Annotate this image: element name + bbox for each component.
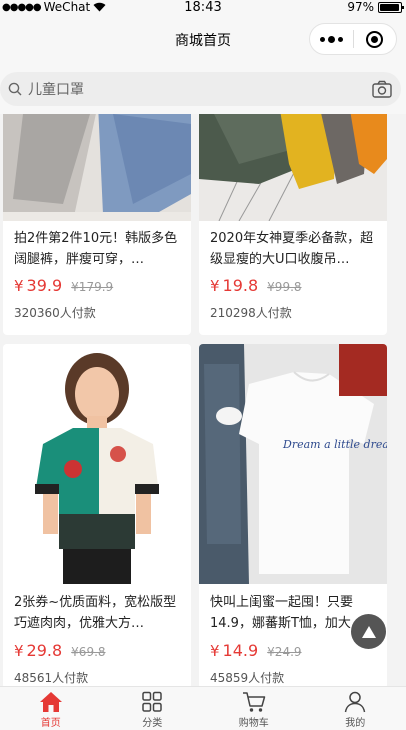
price-row: ¥ 39.9 ¥179.9 xyxy=(14,276,113,295)
product-title: 2020年女神夏季必备款，超级显瘦的大U口收腹吊… xyxy=(210,231,374,267)
product-image[interactable]: Dream a little dream xyxy=(199,344,387,584)
nav-bar: 商城首页 xyxy=(0,14,406,64)
original-price: ¥179.9 xyxy=(71,280,114,294)
close-button[interactable] xyxy=(353,24,396,54)
more-dot-icon xyxy=(337,36,343,42)
camera-icon[interactable] xyxy=(371,78,393,100)
product-price: 29.8 xyxy=(26,641,63,660)
tab-label: 首页 xyxy=(40,718,61,729)
product-image[interactable] xyxy=(199,114,387,221)
price-row: ¥ 14.9 ¥24.9 xyxy=(210,641,302,660)
home-icon xyxy=(39,692,62,712)
product-price: 39.9 xyxy=(26,276,63,295)
original-price: ¥99.8 xyxy=(267,280,302,294)
search-input[interactable]: 儿童口罩 xyxy=(0,72,401,106)
more-dot-icon xyxy=(327,35,335,43)
tshirt-print-text: Dream a little dream xyxy=(282,438,387,451)
product-image[interactable] xyxy=(3,114,191,221)
arrow-up-icon xyxy=(361,625,376,638)
search-placeholder: 儿童口罩 xyxy=(28,82,84,98)
tab-label: 购物车 xyxy=(238,718,269,729)
battery-icon xyxy=(378,1,404,13)
tab-cart[interactable]: 购物车 xyxy=(203,687,305,730)
more-button[interactable] xyxy=(310,24,353,54)
product-title: 快叫上闺蜜一起囤！只要14.9，娜蕃斯T恤，加大… xyxy=(210,595,364,631)
tab-category[interactable]: 分类 xyxy=(102,687,204,730)
sales-count: 45859人付款 xyxy=(210,671,285,685)
grid-icon xyxy=(142,691,162,712)
tab-label: 分类 xyxy=(142,718,163,729)
user-icon xyxy=(345,691,366,713)
battery-percent: 97% xyxy=(347,0,374,14)
product-image[interactable] xyxy=(3,344,191,584)
price-row: ¥ 19.8 ¥99.8 xyxy=(210,276,302,295)
currency-symbol: ¥ xyxy=(210,642,220,660)
status-right: 97% xyxy=(347,0,404,14)
close-icon xyxy=(366,30,384,48)
currency-symbol: ¥ xyxy=(14,642,24,660)
currency-symbol: ¥ xyxy=(14,277,24,295)
original-price: ¥69.8 xyxy=(71,645,106,659)
battery-level xyxy=(380,3,400,11)
mini-program-capsule xyxy=(309,23,397,55)
more-dot-icon xyxy=(319,36,325,42)
product-card[interactable]: 拍2件第2件10元！韩版多色阔腿裤，胖瘦可穿，… ¥ 39.9 ¥179.9 3… xyxy=(3,114,191,335)
product-price: 19.8 xyxy=(222,276,259,295)
cart-icon xyxy=(242,692,265,712)
sales-count: 320360人付款 xyxy=(14,306,96,320)
product-card[interactable]: 2020年女神夏季必备款，超级显瘦的大U口收腹吊… ¥ 19.8 ¥99.8 2… xyxy=(199,114,387,335)
back-to-top-button[interactable] xyxy=(351,614,386,649)
product-title: 拍2件第2件10元！韩版多色阔腿裤，胖瘦可穿，… xyxy=(14,231,178,267)
status-bar: ●●●●● WeChat 18:43 97% xyxy=(0,0,406,15)
product-title: 2张券~优质面料，宽松版型巧遮肉肉，优雅大方… xyxy=(14,595,177,631)
tab-label: 我的 xyxy=(345,718,366,729)
product-price: 14.9 xyxy=(222,641,259,660)
sales-count: 210298人付款 xyxy=(210,306,292,320)
tab-home[interactable]: 首页 xyxy=(0,687,102,730)
tab-bar: 首页 分类 购物车 我的 xyxy=(0,686,406,730)
status-time: 18:43 xyxy=(184,0,222,15)
product-card[interactable]: 2张券~优质面料，宽松版型巧遮肉肉，优雅大方… ¥ 29.8 ¥69.8 485… xyxy=(3,344,191,686)
price-row: ¥ 29.8 ¥69.8 xyxy=(14,641,106,660)
product-feed: 拍2件第2件10元！韩版多色阔腿裤，胖瘦可穿，… ¥ 39.9 ¥179.9 3… xyxy=(0,114,406,686)
currency-symbol: ¥ xyxy=(210,277,220,295)
search-bar: 儿童口罩 xyxy=(0,64,406,114)
sales-count: 48561人付款 xyxy=(14,671,89,685)
original-price: ¥24.9 xyxy=(267,645,302,659)
tab-profile[interactable]: 我的 xyxy=(305,687,406,730)
search-icon xyxy=(8,82,22,96)
